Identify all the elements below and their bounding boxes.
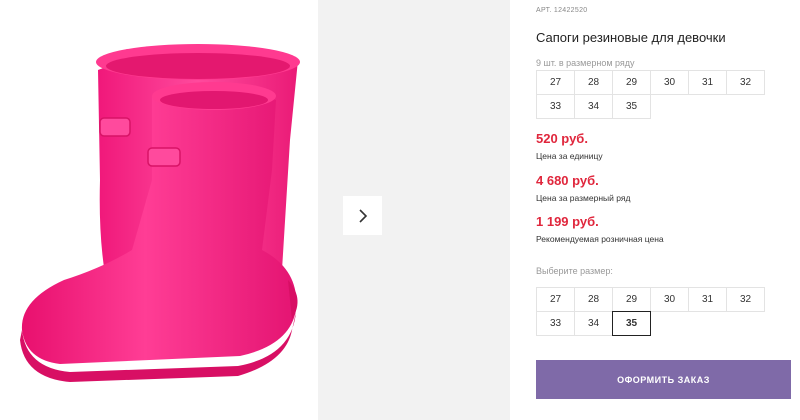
size-row-cell: 28: [574, 70, 613, 95]
size-row-cell: 32: [726, 70, 765, 95]
size-option[interactable]: 27: [536, 287, 575, 312]
choose-size-label: Выберите размер:: [536, 266, 613, 276]
row-price: 4 680 руб.: [536, 173, 599, 188]
gallery-next-button[interactable]: [343, 196, 382, 235]
size-option[interactable]: 28: [574, 287, 613, 312]
unit-price: 520 руб.: [536, 131, 588, 146]
size-row-cell: 29: [612, 70, 651, 95]
product-gallery: [0, 0, 510, 420]
product-sku: АРТ. 12422520: [536, 7, 588, 14]
size-option[interactable]: 33: [536, 311, 575, 336]
size-option[interactable]: 34: [574, 311, 613, 336]
size-row-cell: 31: [688, 70, 727, 95]
product-title: Сапоги резиновые для девочки: [536, 30, 726, 45]
size-row-cell: 35: [612, 94, 651, 119]
unit-price-label: Цена за единицу: [536, 151, 603, 161]
row-price-label: Цена за размерный ряд: [536, 193, 631, 203]
size-row-cell: 27: [536, 70, 575, 95]
size-option[interactable]: 31: [688, 287, 727, 312]
product-info: АРТ. 12422520 Сапоги резиновые для девоч…: [536, 0, 800, 420]
size-picker-grid: 27 28 29 30 31 32 33 34 35: [536, 287, 765, 336]
size-option[interactable]: 30: [650, 287, 689, 312]
size-row-grid: 27 28 29 30 31 32 33 34 35: [536, 70, 765, 119]
size-row-cell: 34: [574, 94, 613, 119]
size-row-note: 9 шт. в размерном ряду: [536, 58, 635, 68]
size-row-cell: 33: [536, 94, 575, 119]
retail-price-label: Рекомендуемая розничная цена: [536, 234, 664, 244]
size-row-cell: 30: [650, 70, 689, 95]
size-option[interactable]: 29: [612, 287, 651, 312]
place-order-button[interactable]: ОФОРМИТЬ ЗАКАЗ: [536, 360, 791, 399]
rubber-boots-illustration: [20, 44, 300, 382]
retail-price: 1 199 руб.: [536, 214, 599, 229]
chevron-right-icon: [358, 208, 367, 223]
size-option[interactable]: 32: [726, 287, 765, 312]
product-image-rubber-boots: [0, 0, 318, 420]
size-option-selected[interactable]: 35: [612, 311, 651, 336]
